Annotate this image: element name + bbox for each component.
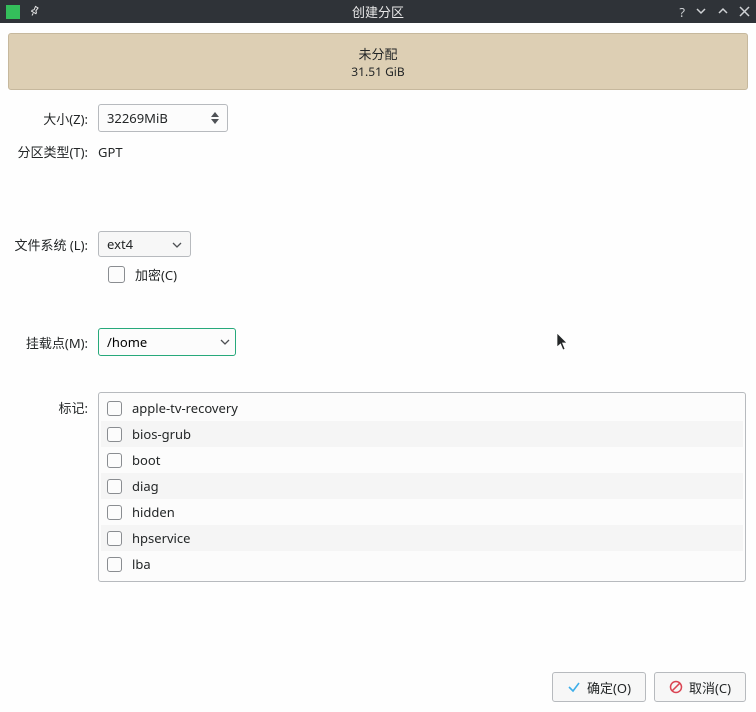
flag-label: boot xyxy=(132,451,160,469)
unallocated-size: 31.51 GiB xyxy=(351,63,404,80)
fs-label: 文件系统 (L): xyxy=(8,235,98,254)
flag-checkbox[interactable] xyxy=(107,427,122,442)
unallocated-label: 未分配 xyxy=(358,44,397,63)
flag-item[interactable]: lba xyxy=(101,551,743,577)
chevron-down-icon xyxy=(172,237,182,251)
chevron-down-icon[interactable] xyxy=(215,329,235,355)
flag-checkbox[interactable] xyxy=(107,479,122,494)
ptype-label: 分区类型(T): xyxy=(8,142,98,161)
fs-value: ext4 xyxy=(107,235,172,253)
size-spinbox[interactable]: 32269MiB xyxy=(98,104,228,132)
flag-item[interactable]: bios-grub xyxy=(101,421,743,447)
flag-item[interactable]: diag xyxy=(101,473,743,499)
flag-item[interactable]: boot xyxy=(101,447,743,473)
flag-checkbox[interactable] xyxy=(107,557,122,572)
spinbox-arrows-icon[interactable] xyxy=(211,112,221,124)
cancel-button-label: 取消(C) xyxy=(689,678,731,697)
flag-item[interactable]: apple-tv-recovery xyxy=(101,395,743,421)
mount-input[interactable] xyxy=(107,333,215,351)
check-icon xyxy=(567,680,581,694)
mount-combobox[interactable] xyxy=(98,328,236,356)
size-label: 大小(Z): xyxy=(8,109,98,128)
flag-label: hidden xyxy=(132,503,175,521)
flags-label: 标记: xyxy=(8,392,98,417)
fs-combobox[interactable]: ext4 xyxy=(98,231,191,257)
size-value: 32269MiB xyxy=(107,109,211,127)
flag-label: diag xyxy=(132,477,159,495)
ok-button-label: 确定(O) xyxy=(587,678,631,697)
flag-label: apple-tv-recovery xyxy=(132,399,238,417)
ptype-value: GPT xyxy=(98,143,123,161)
flag-checkbox[interactable] xyxy=(107,531,122,546)
flag-item[interactable]: hidden xyxy=(101,499,743,525)
close-icon[interactable] xyxy=(739,3,750,21)
titlebar: 创建分区 ? xyxy=(0,0,756,23)
flag-checkbox[interactable] xyxy=(107,453,122,468)
window-title: 创建分区 xyxy=(352,2,404,21)
encrypt-label: 加密(C) xyxy=(135,265,177,284)
ok-button[interactable]: 确定(O) xyxy=(552,672,646,702)
flag-checkbox[interactable] xyxy=(107,401,122,416)
app-logo-icon xyxy=(6,5,20,19)
maximize-icon[interactable] xyxy=(717,3,729,21)
flag-checkbox[interactable] xyxy=(107,505,122,520)
cancel-button[interactable]: 取消(C) xyxy=(654,672,746,702)
flag-label: hpservice xyxy=(132,529,191,547)
mount-label: 挂载点(M): xyxy=(8,333,98,352)
flags-list[interactable]: apple-tv-recovery bios-grub boot diag hidden… xyxy=(98,392,746,582)
flag-label: bios-grub xyxy=(132,425,191,443)
minimize-icon[interactable] xyxy=(695,3,707,21)
flag-label: lba xyxy=(132,555,151,573)
cancel-icon xyxy=(669,680,683,694)
partition-bar-unallocated[interactable]: 未分配 31.51 GiB xyxy=(8,33,748,90)
encrypt-checkbox[interactable] xyxy=(108,266,125,283)
flag-item[interactable]: hpservice xyxy=(101,525,743,551)
pin-icon[interactable] xyxy=(24,1,43,23)
help-icon[interactable]: ? xyxy=(679,3,685,21)
